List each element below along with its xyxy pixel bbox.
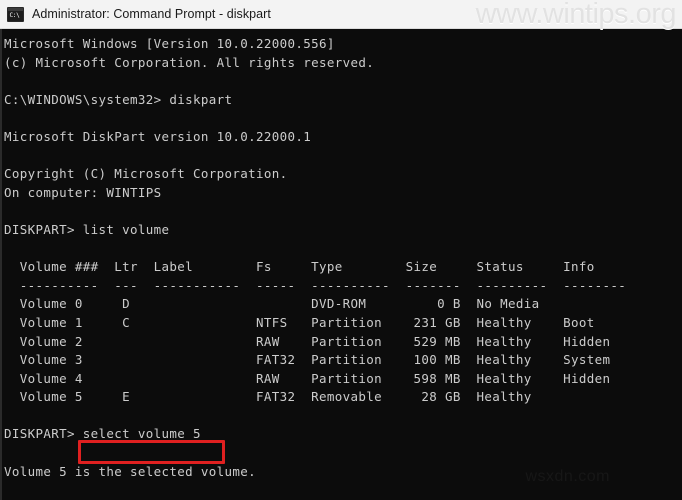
console-line: Volume ### Ltr Label Fs Type Size Status…	[4, 259, 595, 275]
console-line: Volume 5 is the selected volume.	[4, 463, 257, 479]
console-line: Microsoft Windows [Version 10.0.22000.55…	[4, 36, 335, 51]
console-line: On computer: WINTIPS	[4, 184, 162, 200]
console-output-area[interactable]: Microsoft Windows [Version 10.0.22000.55…	[0, 29, 682, 500]
console-line: Microsoft DiskPart version 10.0.22000.1	[4, 128, 312, 144]
console-line: ---------- --- ----------- ----- -------…	[4, 277, 627, 293]
window-titlebar[interactable]: Administrator: Command Prompt - diskpart	[0, 0, 682, 29]
console-line: Volume 0 D DVD-ROM 0 B No Media	[4, 296, 540, 312]
console-line: Copyright (C) Microsoft Corporation.	[4, 166, 288, 182]
console-line: (c) Microsoft Corporation. All rights re…	[4, 54, 375, 70]
command-prompt-icon	[7, 6, 24, 22]
console-line: Volume 3 FAT32 Partition 100 MB Healthy …	[4, 352, 611, 368]
console-line: Volume 2 RAW Partition 529 MB Healthy Hi…	[4, 333, 611, 349]
window-title: Administrator: Command Prompt - diskpart	[32, 7, 271, 21]
console-line: C:\WINDOWS\system32> diskpart	[4, 91, 233, 107]
console-line: Volume 4 RAW Partition 598 MB Healthy Hi…	[4, 370, 611, 386]
console-line: Volume 1 C NTFS Partition 231 GB Healthy…	[4, 314, 595, 330]
screen: Administrator: Command Prompt - diskpart…	[0, 0, 682, 500]
console-line: DISKPART> select volume 5	[4, 426, 201, 442]
console-line: Volume 5 E FAT32 Removable 28 GB Healthy	[4, 389, 532, 405]
console-text: Microsoft Windows [Version 10.0.22000.55…	[2, 29, 682, 500]
console-line: DISKPART> list volume	[4, 221, 170, 237]
